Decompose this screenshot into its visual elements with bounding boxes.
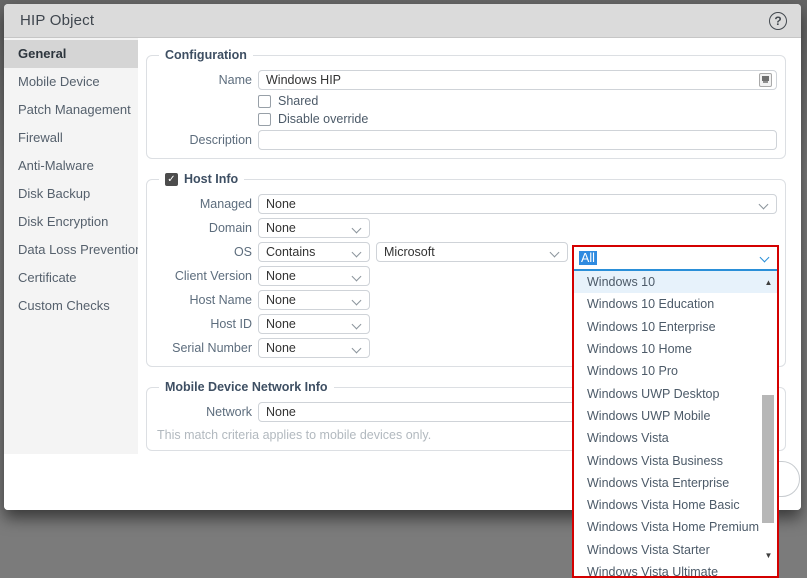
shared-checkbox[interactable]: [258, 94, 271, 108]
os-vendor-select[interactable]: Microsoft: [376, 242, 568, 262]
serial-number-label: Serial Number: [172, 341, 252, 355]
chevron-down-icon: [758, 199, 769, 210]
chevron-down-icon: [351, 343, 362, 354]
sidebar-item-certificate[interactable]: Certificate: [4, 264, 138, 292]
sidebar: General Mobile Device Patch Management F…: [4, 38, 138, 454]
chevron-down-icon: [351, 223, 362, 234]
os-option[interactable]: Windows 10 Education: [574, 293, 777, 315]
description-input[interactable]: [258, 130, 777, 150]
sidebar-item-custom-checks[interactable]: Custom Checks: [4, 292, 138, 320]
host-name-label: Host Name: [189, 293, 252, 307]
sidebar-item-patch-management[interactable]: Patch Management: [4, 96, 138, 124]
help-icon[interactable]: ?: [769, 11, 787, 30]
client-version-label: Client Version: [174, 269, 252, 283]
os-option[interactable]: Windows Vista Enterprise: [574, 472, 777, 494]
name-value: Windows HIP: [266, 73, 342, 87]
sidebar-item-general[interactable]: General: [4, 40, 138, 68]
serial-number-select[interactable]: None: [258, 338, 370, 358]
os-option[interactable]: Windows 10 Home: [574, 338, 777, 360]
os-option[interactable]: Windows UWP Desktop: [574, 382, 777, 404]
os-match-value: Contains: [266, 245, 316, 259]
shared-label: Shared: [278, 94, 319, 108]
sidebar-item-disk-backup[interactable]: Disk Backup: [4, 180, 138, 208]
domain-value: None: [266, 221, 296, 235]
sidebar-item-disk-encryption[interactable]: Disk Encryption: [4, 208, 138, 236]
host-id-select[interactable]: None: [258, 314, 370, 334]
managed-select[interactable]: None: [258, 194, 777, 214]
sidebar-item-anti-malware[interactable]: Anti-Malware: [4, 152, 138, 180]
os-option[interactable]: Windows Vista: [574, 427, 777, 449]
chevron-down-icon: [351, 319, 362, 330]
scrollbar-thumb[interactable]: [762, 395, 774, 523]
sidebar-item-firewall[interactable]: Firewall: [4, 124, 138, 152]
host-id-label: Host ID: [210, 317, 252, 331]
text-entry-icon: [759, 73, 772, 87]
configuration-group: Configuration Name Windows HIP Shared Di…: [146, 48, 786, 159]
os-value-input[interactable]: All: [574, 247, 777, 271]
disable-override-checkbox[interactable]: [258, 112, 271, 126]
dimmed-backdrop: HIP Object ? General Mobile Device Patch…: [0, 0, 807, 578]
os-option[interactable]: Windows Vista Ultimate: [574, 561, 777, 576]
host-name-select[interactable]: None: [258, 290, 370, 310]
dialog-header: HIP Object ?: [4, 4, 801, 38]
managed-label: Managed: [199, 197, 252, 211]
os-option-list: Windows 10 Windows 10 Education Windows …: [574, 271, 777, 576]
domain-select[interactable]: None: [258, 218, 370, 238]
description-label: Description: [189, 133, 252, 147]
serial-number-value: None: [266, 341, 296, 355]
dialog-title: HIP Object: [20, 12, 95, 29]
configuration-legend: Configuration: [165, 48, 247, 62]
network-label: Network: [206, 405, 252, 419]
host-info-checkbox[interactable]: ✓: [165, 172, 178, 186]
domain-label: Domain: [208, 221, 252, 235]
os-option[interactable]: Windows Vista Home Premium: [574, 516, 777, 538]
host-info-legend: ✓ Host Info: [159, 172, 244, 186]
sidebar-item-data-loss-prevention[interactable]: Data Loss Prevention: [4, 236, 138, 264]
os-option[interactable]: Windows Vista Business: [574, 449, 777, 471]
os-option[interactable]: Windows Vista Starter: [574, 539, 777, 561]
os-value-selected-text: All: [579, 251, 597, 265]
host-name-value: None: [266, 293, 296, 307]
name-label: Name: [218, 73, 252, 87]
scroll-down-icon[interactable]: ▼: [760, 550, 777, 562]
os-value-dropdown: All Windows 10 Windows 10 Education Wind…: [572, 245, 779, 578]
client-version-value: None: [266, 269, 296, 283]
name-input[interactable]: Windows HIP: [258, 70, 777, 90]
sidebar-item-mobile-device[interactable]: Mobile Device: [4, 68, 138, 96]
os-option[interactable]: Windows 10 Pro: [574, 360, 777, 382]
host-info-legend-label: Host Info: [184, 172, 239, 186]
network-value: None: [266, 405, 296, 419]
dropdown-scrollbar: ▲ ▼: [760, 271, 777, 576]
mobile-network-legend: Mobile Device Network Info: [165, 380, 328, 394]
os-option[interactable]: Windows UWP Mobile: [574, 405, 777, 427]
chevron-down-icon: [351, 295, 362, 306]
chevron-down-icon: [351, 247, 362, 258]
chevron-down-icon: [759, 252, 770, 263]
os-option[interactable]: Windows Vista Home Basic: [574, 494, 777, 516]
chevron-down-icon: [549, 247, 560, 258]
host-id-value: None: [266, 317, 296, 331]
os-option[interactable]: Windows 10 Enterprise: [574, 316, 777, 338]
chevron-down-icon: [351, 271, 362, 282]
disable-override-label: Disable override: [278, 112, 369, 126]
client-version-select[interactable]: None: [258, 266, 370, 286]
os-label: OS: [233, 245, 252, 259]
os-match-select[interactable]: Contains: [258, 242, 370, 262]
os-option[interactable]: Windows 10: [574, 271, 777, 294]
os-vendor-value: Microsoft: [384, 245, 435, 259]
scroll-up-icon[interactable]: ▲: [760, 277, 777, 289]
managed-value: None: [266, 197, 296, 211]
